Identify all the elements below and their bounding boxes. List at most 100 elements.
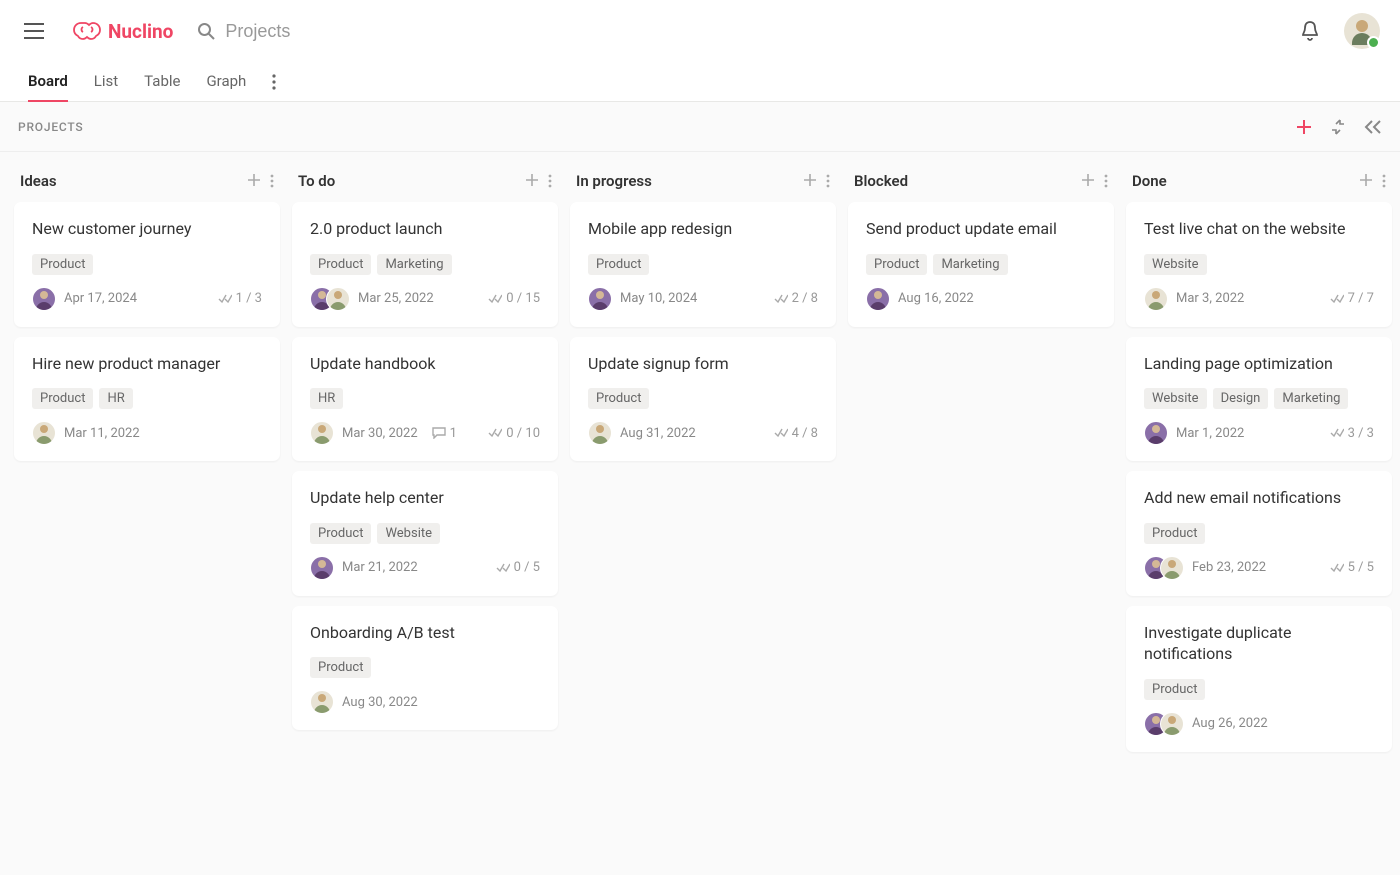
card-assignees — [32, 287, 56, 311]
card-comments: 1 — [432, 426, 457, 441]
card-date: Aug 26, 2022 — [1192, 716, 1268, 731]
card-footer: Aug 31, 2022 4 / 8 — [588, 421, 818, 445]
plus-icon — [526, 174, 538, 186]
card[interactable]: Hire new product manager ProductHR Mar 1… — [14, 337, 280, 462]
column-add-button[interactable] — [526, 174, 538, 188]
search-input[interactable] — [225, 21, 425, 42]
column-title: Blocked — [854, 172, 908, 190]
topbar: Nuclino — [0, 0, 1400, 62]
column-add-button[interactable] — [804, 174, 816, 188]
card-title: Update handbook — [310, 353, 540, 375]
card[interactable]: Send product update email ProductMarketi… — [848, 202, 1114, 327]
card-assignees — [32, 421, 56, 445]
card[interactable]: 2.0 product launch ProductMarketing Mar … — [292, 202, 558, 327]
panel-toggle-button[interactable] — [1364, 120, 1382, 134]
checklist-icon — [774, 428, 788, 438]
search[interactable] — [197, 21, 425, 42]
card-progress: 5 / 5 — [1330, 560, 1374, 575]
card-date: Aug 16, 2022 — [898, 291, 974, 306]
notifications-button[interactable] — [1300, 20, 1320, 42]
column-more-button[interactable] — [270, 174, 274, 188]
card[interactable]: Update help center ProductWebsite Mar 21… — [292, 471, 558, 596]
add-button[interactable] — [1296, 119, 1312, 135]
card-title: New customer journey — [32, 218, 262, 240]
menu-button[interactable] — [20, 17, 48, 45]
comment-icon — [432, 427, 446, 439]
tag: Marketing — [377, 254, 451, 275]
card-tags: Product — [310, 657, 540, 678]
column: To do 2.0 product launch ProductMarketin… — [292, 166, 558, 861]
card-date: Mar 25, 2022 — [358, 291, 434, 306]
tag: Website — [377, 523, 440, 544]
tab-graph[interactable]: Graph — [206, 62, 246, 102]
user-avatar[interactable] — [1344, 13, 1380, 49]
card-footer: Apr 17, 2024 1 / 3 — [32, 287, 262, 311]
card[interactable]: Landing page optimization WebsiteDesignM… — [1126, 337, 1392, 462]
card-assignees — [1144, 421, 1168, 445]
card[interactable]: Update handbook HR Mar 30, 2022 10 / 10 — [292, 337, 558, 462]
card-footer: Mar 30, 2022 10 / 10 — [310, 421, 540, 445]
column-header: In progress — [570, 166, 836, 202]
card-date: Feb 23, 2022 — [1192, 560, 1266, 575]
card-title: Onboarding A/B test — [310, 622, 540, 644]
card-tags: Product — [588, 388, 818, 409]
tag: Product — [32, 388, 93, 409]
card-title: Update signup form — [588, 353, 818, 375]
card-tags: Website — [1144, 254, 1374, 275]
card-title: Landing page optimization — [1144, 353, 1374, 375]
column-title: To do — [298, 172, 335, 190]
card-date: Aug 31, 2022 — [620, 426, 696, 441]
card-date: Apr 17, 2024 — [64, 291, 137, 306]
column-add-button[interactable] — [1360, 174, 1372, 188]
assignee-avatar — [588, 287, 612, 311]
card-footer: Aug 30, 2022 — [310, 690, 540, 714]
column-more-button[interactable] — [1382, 174, 1386, 188]
more-vertical-icon — [548, 174, 552, 188]
column-add-button[interactable] — [248, 174, 260, 188]
collapse-button[interactable] — [1330, 119, 1346, 135]
card[interactable]: Add new email notifications Product Feb … — [1126, 471, 1392, 596]
more-vertical-icon — [1382, 174, 1386, 188]
column: Done Test live chat on the website Websi… — [1126, 166, 1392, 861]
column-more-button[interactable] — [548, 174, 552, 188]
chevrons-left-icon — [1364, 120, 1382, 134]
card-date: Mar 1, 2022 — [1176, 426, 1244, 441]
card-title: Mobile app redesign — [588, 218, 818, 240]
column-title: Done — [1132, 172, 1167, 190]
tag: Product — [310, 254, 371, 275]
tab-list[interactable]: List — [94, 62, 118, 102]
column: Blocked Send product update email Produc… — [848, 166, 1114, 861]
column-more-button[interactable] — [1104, 174, 1108, 188]
plus-icon — [804, 174, 816, 186]
card-tags: Product Website — [310, 523, 540, 544]
logo[interactable]: Nuclino — [72, 20, 173, 43]
card-date: Mar 3, 2022 — [1176, 291, 1244, 306]
tag: Product — [1144, 679, 1205, 700]
tag: Product — [310, 523, 371, 544]
column-title: In progress — [576, 172, 652, 190]
tab-more-button[interactable] — [272, 74, 276, 90]
card-tags: Product — [1144, 523, 1374, 544]
column-add-button[interactable] — [1082, 174, 1094, 188]
card[interactable]: New customer journey Product Apr 17, 202… — [14, 202, 280, 327]
plus-icon — [1082, 174, 1094, 186]
column-header: Ideas — [14, 166, 280, 202]
tag: Marketing — [933, 254, 1007, 275]
assignee-avatar — [1144, 287, 1168, 311]
tag: Marketing — [1274, 388, 1348, 409]
card-assignees — [1144, 712, 1184, 736]
column-more-button[interactable] — [826, 174, 830, 188]
card[interactable]: Update signup form Product Aug 31, 2022 … — [570, 337, 836, 462]
tab-board[interactable]: Board — [28, 62, 68, 102]
checklist-icon — [218, 294, 232, 304]
card[interactable]: Investigate duplicate notifications Prod… — [1126, 606, 1392, 752]
tab-table[interactable]: Table — [144, 62, 180, 102]
card[interactable]: Mobile app redesign Product May 10, 2024… — [570, 202, 836, 327]
checklist-icon — [488, 428, 502, 438]
card-title: Update help center — [310, 487, 540, 509]
card-title: Send product update email — [866, 218, 1096, 240]
view-tabs: Board List Table Graph — [0, 62, 1400, 102]
tag: HR — [99, 388, 132, 409]
card[interactable]: Test live chat on the website Website Ma… — [1126, 202, 1392, 327]
card[interactable]: Onboarding A/B test Product Aug 30, 2022 — [292, 606, 558, 731]
